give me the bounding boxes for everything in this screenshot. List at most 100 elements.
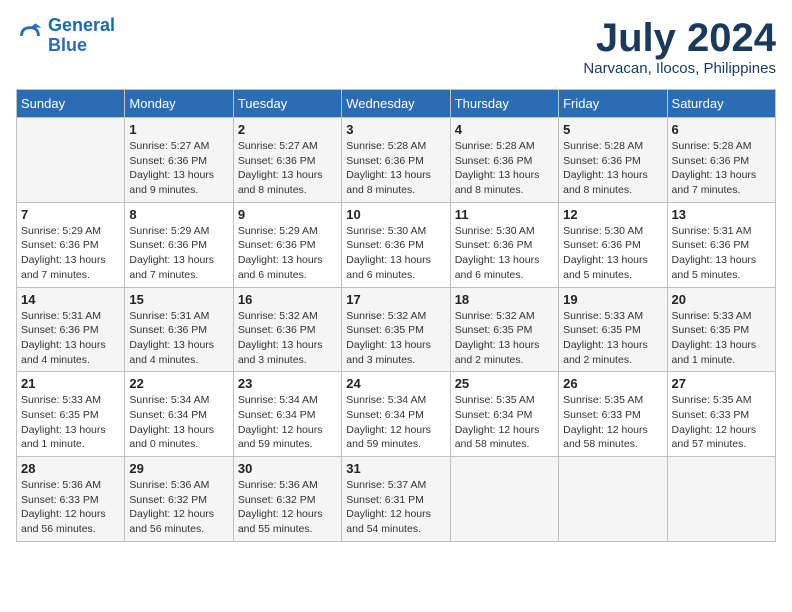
calendar-cell: 5Sunrise: 5:28 AMSunset: 6:36 PMDaylight… bbox=[559, 118, 667, 203]
day-number: 29 bbox=[129, 461, 228, 476]
day-info: Sunrise: 5:31 AMSunset: 6:36 PMDaylight:… bbox=[21, 309, 120, 368]
calendar-cell: 26Sunrise: 5:35 AMSunset: 6:33 PMDayligh… bbox=[559, 372, 667, 457]
calendar-cell: 27Sunrise: 5:35 AMSunset: 6:33 PMDayligh… bbox=[667, 372, 775, 457]
day-number: 6 bbox=[672, 122, 771, 137]
day-number: 15 bbox=[129, 292, 228, 307]
day-info: Sunrise: 5:29 AMSunset: 6:36 PMDaylight:… bbox=[129, 224, 228, 283]
day-info: Sunrise: 5:31 AMSunset: 6:36 PMDaylight:… bbox=[672, 224, 771, 283]
calendar-cell: 31 Sunrise: 5:37 AMSunset: 6:31 PMDayligh… bbox=[342, 457, 450, 542]
day-number: 16 bbox=[238, 292, 337, 307]
weekday-header-cell: Saturday bbox=[667, 90, 775, 118]
calendar-cell: 18 Sunrise: 5:32 AMSunset: 6:35 PMDayligh… bbox=[450, 287, 558, 372]
weekday-header-cell: Sunday bbox=[17, 90, 125, 118]
calendar-cell bbox=[450, 457, 558, 542]
day-number: 24 bbox=[346, 376, 445, 391]
page-header: General Blue July 2024 Narvacan, Ilocos,… bbox=[16, 16, 776, 77]
weekday-header-cell: Tuesday bbox=[233, 90, 341, 118]
calendar-cell: 11Sunrise: 5:30 AMSunset: 6:36 PMDayligh… bbox=[450, 202, 558, 287]
weekday-header-cell: Friday bbox=[559, 90, 667, 118]
calendar-cell: 14 Sunrise: 5:31 AMSunset: 6:36 PMDayligh… bbox=[17, 287, 125, 372]
day-number: 4 bbox=[455, 122, 554, 137]
day-number: 22 bbox=[129, 376, 228, 391]
day-number: 19 bbox=[563, 292, 662, 307]
calendar-cell: 4 Sunrise: 5:28 AMSunset: 6:36 PMDaylight… bbox=[450, 118, 558, 203]
weekday-header-cell: Thursday bbox=[450, 90, 558, 118]
day-number: 1 bbox=[129, 122, 228, 137]
day-number: 18 bbox=[455, 292, 554, 307]
calendar-body: 1 Sunrise: 5:27 AMSunset: 6:36 PMDaylight… bbox=[17, 118, 776, 542]
calendar-cell: 15 Sunrise: 5:31 AMSunset: 6:36 PMDayligh… bbox=[125, 287, 233, 372]
calendar-week-row: 21Sunrise: 5:33 AMSunset: 6:35 PMDayligh… bbox=[17, 372, 776, 457]
calendar-week-row: 28Sunrise: 5:36 AMSunset: 6:33 PMDayligh… bbox=[17, 457, 776, 542]
day-info: Sunrise: 5:30 AMSunset: 6:36 PMDaylight:… bbox=[563, 224, 662, 283]
day-info: Sunrise: 5:36 AMSunset: 6:32 PMDaylight:… bbox=[238, 478, 337, 537]
day-number: 10 bbox=[346, 207, 445, 222]
day-number: 23 bbox=[238, 376, 337, 391]
weekday-header-cell: Wednesday bbox=[342, 90, 450, 118]
day-info: Sunrise: 5:35 AMSunset: 6:34 PMDaylight:… bbox=[455, 393, 554, 452]
day-info: Sunrise: 5:36 AMSunset: 6:32 PMDaylight:… bbox=[129, 478, 228, 537]
day-info: Sunrise: 5:34 AMSunset: 6:34 PMDaylight:… bbox=[346, 393, 445, 452]
calendar-cell: 9 Sunrise: 5:29 AMSunset: 6:36 PMDaylight… bbox=[233, 202, 341, 287]
calendar-cell: 29 Sunrise: 5:36 AMSunset: 6:32 PMDayligh… bbox=[125, 457, 233, 542]
calendar-cell: 20 Sunrise: 5:33 AMSunset: 6:35 PMDayligh… bbox=[667, 287, 775, 372]
calendar-cell: 10 Sunrise: 5:30 AMSunset: 6:36 PMDayligh… bbox=[342, 202, 450, 287]
day-number: 11 bbox=[455, 207, 554, 222]
calendar-week-row: 14 Sunrise: 5:31 AMSunset: 6:36 PMDayligh… bbox=[17, 287, 776, 372]
day-number: 3 bbox=[346, 122, 445, 137]
day-info: Sunrise: 5:34 AMSunset: 6:34 PMDaylight:… bbox=[238, 393, 337, 452]
calendar-cell: 17 Sunrise: 5:32 AMSunset: 6:35 PMDayligh… bbox=[342, 287, 450, 372]
calendar-cell: 21Sunrise: 5:33 AMSunset: 6:35 PMDayligh… bbox=[17, 372, 125, 457]
calendar-cell: 23 Sunrise: 5:34 AMSunset: 6:34 PMDayligh… bbox=[233, 372, 341, 457]
day-info: Sunrise: 5:30 AMSunset: 6:36 PMDaylight:… bbox=[346, 224, 445, 283]
day-info: Sunrise: 5:28 AMSunset: 6:36 PMDaylight:… bbox=[346, 139, 445, 198]
day-info: Sunrise: 5:37 AMSunset: 6:31 PMDaylight:… bbox=[346, 478, 445, 537]
calendar-cell: 1 Sunrise: 5:27 AMSunset: 6:36 PMDaylight… bbox=[125, 118, 233, 203]
calendar-cell bbox=[667, 457, 775, 542]
day-info: Sunrise: 5:33 AMSunset: 6:35 PMDaylight:… bbox=[21, 393, 120, 452]
day-info: Sunrise: 5:28 AMSunset: 6:36 PMDaylight:… bbox=[672, 139, 771, 198]
day-number: 17 bbox=[346, 292, 445, 307]
day-info: Sunrise: 5:27 AMSunset: 6:36 PMDaylight:… bbox=[129, 139, 228, 198]
day-info: Sunrise: 5:28 AMSunset: 6:36 PMDaylight:… bbox=[563, 139, 662, 198]
day-info: Sunrise: 5:36 AMSunset: 6:33 PMDaylight:… bbox=[21, 478, 120, 537]
calendar-cell: 24 Sunrise: 5:34 AMSunset: 6:34 PMDayligh… bbox=[342, 372, 450, 457]
day-info: Sunrise: 5:33 AMSunset: 6:35 PMDaylight:… bbox=[672, 309, 771, 368]
day-info: Sunrise: 5:33 AMSunset: 6:35 PMDaylight:… bbox=[563, 309, 662, 368]
day-number: 13 bbox=[672, 207, 771, 222]
day-info: Sunrise: 5:27 AMSunset: 6:36 PMDaylight:… bbox=[238, 139, 337, 198]
title-block: July 2024 Narvacan, Ilocos, Philippines bbox=[583, 16, 776, 77]
day-info: Sunrise: 5:32 AMSunset: 6:35 PMDaylight:… bbox=[346, 309, 445, 368]
month-title: July 2024 bbox=[583, 16, 776, 60]
calendar-cell: 22Sunrise: 5:34 AMSunset: 6:34 PMDayligh… bbox=[125, 372, 233, 457]
day-info: Sunrise: 5:29 AMSunset: 6:36 PMDaylight:… bbox=[21, 224, 120, 283]
day-number: 26 bbox=[563, 376, 662, 391]
day-info: Sunrise: 5:29 AMSunset: 6:36 PMDaylight:… bbox=[238, 224, 337, 283]
calendar-week-row: 7 Sunrise: 5:29 AMSunset: 6:36 PMDaylight… bbox=[17, 202, 776, 287]
day-info: Sunrise: 5:31 AMSunset: 6:36 PMDaylight:… bbox=[129, 309, 228, 368]
day-number: 2 bbox=[238, 122, 337, 137]
day-number: 30 bbox=[238, 461, 337, 476]
day-number: 20 bbox=[672, 292, 771, 307]
day-number: 12 bbox=[563, 207, 662, 222]
day-info: Sunrise: 5:32 AMSunset: 6:36 PMDaylight:… bbox=[238, 309, 337, 368]
day-number: 25 bbox=[455, 376, 554, 391]
weekday-header-row: SundayMondayTuesdayWednesdayThursdayFrid… bbox=[17, 90, 776, 118]
calendar-cell: 19 Sunrise: 5:33 AMSunset: 6:35 PMDayligh… bbox=[559, 287, 667, 372]
calendar-cell: 7 Sunrise: 5:29 AMSunset: 6:36 PMDaylight… bbox=[17, 202, 125, 287]
logo-icon bbox=[16, 22, 44, 50]
day-number: 8 bbox=[129, 207, 228, 222]
day-info: Sunrise: 5:32 AMSunset: 6:35 PMDaylight:… bbox=[455, 309, 554, 368]
calendar-cell: 8 Sunrise: 5:29 AMSunset: 6:36 PMDaylight… bbox=[125, 202, 233, 287]
calendar-cell bbox=[559, 457, 667, 542]
calendar-cell: 28Sunrise: 5:36 AMSunset: 6:33 PMDayligh… bbox=[17, 457, 125, 542]
location: Narvacan, Ilocos, Philippines bbox=[583, 60, 776, 77]
calendar-week-row: 1 Sunrise: 5:27 AMSunset: 6:36 PMDaylight… bbox=[17, 118, 776, 203]
day-number: 9 bbox=[238, 207, 337, 222]
day-number: 14 bbox=[21, 292, 120, 307]
day-number: 31 bbox=[346, 461, 445, 476]
day-number: 7 bbox=[21, 207, 120, 222]
day-info: Sunrise: 5:28 AMSunset: 6:36 PMDaylight:… bbox=[455, 139, 554, 198]
day-info: Sunrise: 5:35 AMSunset: 6:33 PMDaylight:… bbox=[672, 393, 771, 452]
calendar-cell: 30 Sunrise: 5:36 AMSunset: 6:32 PMDayligh… bbox=[233, 457, 341, 542]
